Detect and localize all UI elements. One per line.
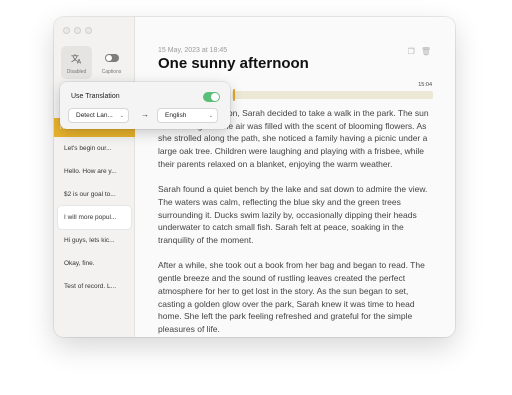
- toggle-icon: [104, 54, 119, 62]
- zoom-window-button[interactable]: [85, 27, 92, 34]
- list-item[interactable]: Hi guys, lets kic...: [58, 229, 131, 252]
- tool-label-captions: Captions: [101, 69, 122, 75]
- app-window: 文A Disabled Captions New record Let's be…: [54, 17, 455, 337]
- use-translation-label: Use Translation: [71, 93, 120, 100]
- trash-icon[interactable]: 🗑: [421, 47, 431, 56]
- source-language-value: Detect Lan...: [76, 112, 113, 119]
- paragraph: Sarah found a quiet bench by the lake an…: [158, 184, 428, 246]
- arrow-right-icon: →: [141, 110, 149, 119]
- playback-track[interactable]: [232, 91, 433, 99]
- playback-time: 15:04: [418, 82, 432, 88]
- svg-text:A: A: [77, 58, 82, 64]
- paragraph: After a while, she took out a book from …: [158, 260, 425, 334]
- captions-toggle-button[interactable]: Captions: [96, 46, 127, 79]
- minimize-window-button[interactable]: [74, 27, 81, 34]
- tool-label-disabled: Disabled: [66, 69, 87, 75]
- main-pane: 15 May, 2023 at 18:45 One sunny afternoo…: [135, 17, 455, 337]
- list-item[interactable]: Hello. How are y...: [58, 160, 131, 183]
- use-translation-toggle[interactable]: [203, 92, 220, 102]
- chevron-down-icon: ⌄: [208, 112, 213, 119]
- window-controls: [63, 27, 92, 34]
- source-language-select[interactable]: Detect Lan... ⌄: [69, 109, 128, 122]
- target-language-select[interactable]: English ⌄: [158, 109, 217, 122]
- target-language-value: English: [165, 112, 187, 119]
- header-actions: ❐ 🗑: [408, 47, 431, 56]
- list-item[interactable]: Test of record. L...: [58, 275, 131, 298]
- translation-disabled-button[interactable]: 文A Disabled: [61, 46, 92, 79]
- page-title: One sunny afternoon: [158, 55, 309, 72]
- sidebar: 文A Disabled Captions New record Let's be…: [54, 17, 135, 337]
- list-item[interactable]: Let's begin our...: [58, 137, 131, 160]
- list-item-selected[interactable]: I will more popul...: [58, 206, 131, 229]
- list-item[interactable]: $2 is our goal to...: [58, 183, 131, 206]
- toggle-knob: [211, 93, 219, 101]
- transcript-body: One sunny afternoon, Sarah decided to ta…: [158, 107, 435, 337]
- record-list: New record Let's begin our... Hello. How…: [54, 118, 135, 298]
- playhead-handle[interactable]: [233, 89, 235, 101]
- close-window-button[interactable]: [63, 27, 70, 34]
- translation-popover: Use Translation Detect Lan... ⌄ → Englis…: [60, 82, 230, 129]
- list-item[interactable]: Okay, fine.: [58, 252, 131, 275]
- translate-icon: 文A: [71, 49, 83, 67]
- copy-icon[interactable]: ❐: [408, 47, 415, 56]
- record-date: 15 May, 2023 at 18:45: [158, 47, 228, 54]
- chevron-down-icon: ⌄: [119, 112, 124, 119]
